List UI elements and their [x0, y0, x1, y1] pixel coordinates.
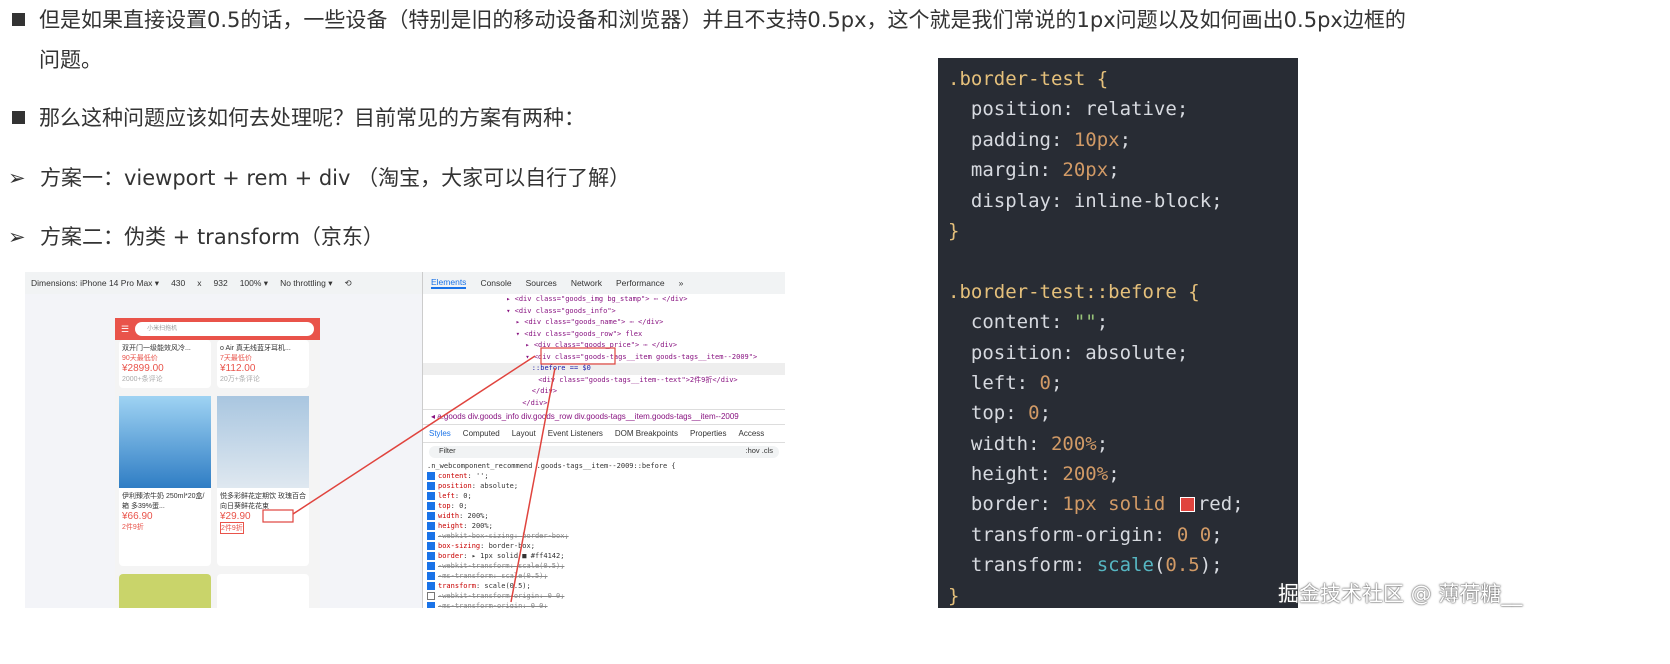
css-selector: .border-test: [948, 68, 1086, 90]
css-property: top: [970, 402, 1006, 425]
css-value: 1px solid: [1062, 493, 1177, 516]
css-value: 0: [1039, 371, 1051, 394]
arrow-line: [292, 355, 536, 515]
code-line: position: relative;: [970, 98, 1189, 121]
css-property: margin: [970, 159, 1040, 182]
paragraph-text: 方案二：伪类 + transform（京东）: [40, 225, 384, 249]
highlight-box: [540, 347, 616, 365]
brace: {: [1188, 280, 1200, 303]
watermark: 掘金技术社区 @ 薄荷糖__: [1278, 582, 1523, 606]
arrow-line: [510, 367, 556, 603]
code-line: margin: 20px;: [970, 159, 1120, 182]
css-property: content: [970, 311, 1051, 334]
code-line: transform-origin: 0 0;: [970, 523, 1223, 546]
paragraph-text: 但是如果直接设置0.5的话，一些设备（特别是旧的移动设备和浏览器）并且不支持0.…: [39, 8, 1406, 32]
css-value: absolute: [1085, 341, 1177, 364]
css-property: transform: [970, 554, 1074, 577]
code-line: content: "";: [970, 311, 1109, 334]
paragraph-3: ➢ 方案一：viewport + rem + div （淘宝，大家可以自行了解）: [8, 158, 630, 198]
paragraph-1-cont: 问题。: [39, 48, 102, 72]
code-line: display: inline-block;: [970, 189, 1223, 212]
css-value: inline-block: [1073, 189, 1212, 212]
css-function: scale: [1096, 554, 1154, 577]
code-line: position: absolute;: [970, 341, 1189, 364]
paragraph-1: 但是如果直接设置0.5的话，一些设备（特别是旧的移动设备和浏览器）并且不支持0.…: [12, 0, 1406, 40]
code-line: }: [948, 216, 1298, 246]
code-line: .border-test::before {: [948, 277, 1298, 307]
css-selector: .border-test::before: [948, 280, 1177, 303]
code-line: }: [948, 581, 1298, 611]
css-property: transform-origin: [970, 523, 1154, 546]
arrow-bullet-icon: ➢: [8, 225, 26, 249]
square-bullet-icon: [12, 12, 25, 26]
css-number: 0.5: [1165, 554, 1200, 577]
code-line: border: 1px solid red;: [970, 493, 1244, 516]
css-value: 0 0: [1176, 523, 1212, 546]
paragraph-2: 那么这种问题应该如何去处理呢？目前常见的方案有两种：: [12, 98, 585, 138]
css-value: 10px: [1073, 128, 1120, 151]
annotation-arrows: [262, 347, 616, 603]
css-property: position: [970, 98, 1063, 121]
css-property: padding: [970, 128, 1051, 151]
code-line: height: 200%;: [970, 463, 1120, 486]
arrow-bullet-icon: ➢: [8, 166, 26, 190]
brace: {: [1096, 68, 1109, 90]
code-line: top: 0;: [970, 402, 1052, 425]
css-property: display: [970, 189, 1051, 212]
css-value: relative: [1085, 98, 1177, 121]
paragraph-4: ➢ 方案二：伪类 + transform（京东）: [8, 217, 384, 257]
css-value: "": [1073, 311, 1097, 334]
highlight-box: [262, 509, 294, 523]
devtools-screenshot: Dimensions: iPhone 14 Pro Max ▾ 430 x 93…: [25, 272, 785, 608]
paragraph-text: 方案一：viewport + rem + div （淘宝，大家可以自行了解）: [40, 166, 631, 190]
css-property: height: [970, 463, 1040, 486]
css-property: border: [970, 493, 1040, 516]
code-line: width: 200%;: [970, 432, 1109, 455]
code-line: padding: 10px;: [970, 128, 1132, 151]
css-value: 0: [1028, 402, 1040, 425]
paragraph-text: 那么这种问题应该如何去处理呢？目前常见的方案有两种：: [39, 106, 585, 130]
css-value: 200%: [1062, 463, 1109, 486]
css-property: left: [970, 371, 1017, 394]
square-bullet-icon: [12, 110, 25, 124]
css-property: position: [970, 341, 1063, 364]
css-color: red: [1197, 493, 1233, 516]
code-line: left: 0;: [970, 371, 1063, 394]
code-block: .border-test { position: relative; paddi…: [938, 58, 1298, 608]
css-value: 200%: [1050, 432, 1097, 455]
color-swatch-icon: [1179, 497, 1195, 513]
css-value: 20px: [1062, 159, 1109, 182]
css-property: width: [970, 432, 1029, 455]
code-line: .border-test {: [948, 64, 1298, 94]
brace: }: [948, 219, 960, 242]
code-line: transform: scale(0.5);: [970, 554, 1223, 577]
brace: }: [948, 584, 960, 607]
